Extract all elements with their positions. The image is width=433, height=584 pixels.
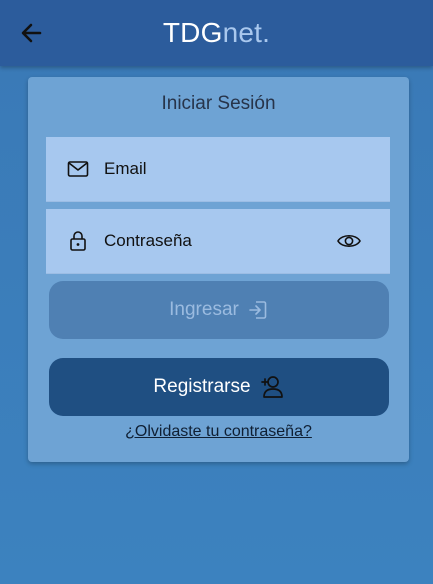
- lock-icon: [66, 229, 90, 253]
- login-button-label: Ingresar: [169, 299, 239, 320]
- email-label: Email: [104, 159, 147, 178]
- brand-main: TDG: [162, 17, 223, 48]
- card-title: Iniciar Sesión: [161, 93, 276, 114]
- password-label: Contraseña: [104, 231, 192, 250]
- password-field[interactable]: Contraseña: [46, 209, 390, 274]
- register-button[interactable]: Registrarse: [49, 358, 389, 416]
- user-add-icon: [260, 376, 283, 398]
- register-button-label: Registrarse: [153, 376, 251, 397]
- login-button[interactable]: Ingresar: [49, 281, 389, 339]
- eye-icon[interactable]: [336, 229, 362, 253]
- brand-logo: TDGnet.: [0, 15, 433, 51]
- forgot-password-link[interactable]: ¿Olvidaste tu contraseña?: [28, 423, 409, 441]
- brand-suffix: net.: [222, 17, 271, 48]
- top-app-bar: TDGnet.: [0, 0, 433, 66]
- login-card: Iniciar Sesión Email Contraseña Ingresar…: [28, 77, 409, 462]
- login-arrow-icon: [249, 301, 267, 319]
- email-field[interactable]: Email: [46, 137, 390, 202]
- mail-icon: [66, 157, 90, 181]
